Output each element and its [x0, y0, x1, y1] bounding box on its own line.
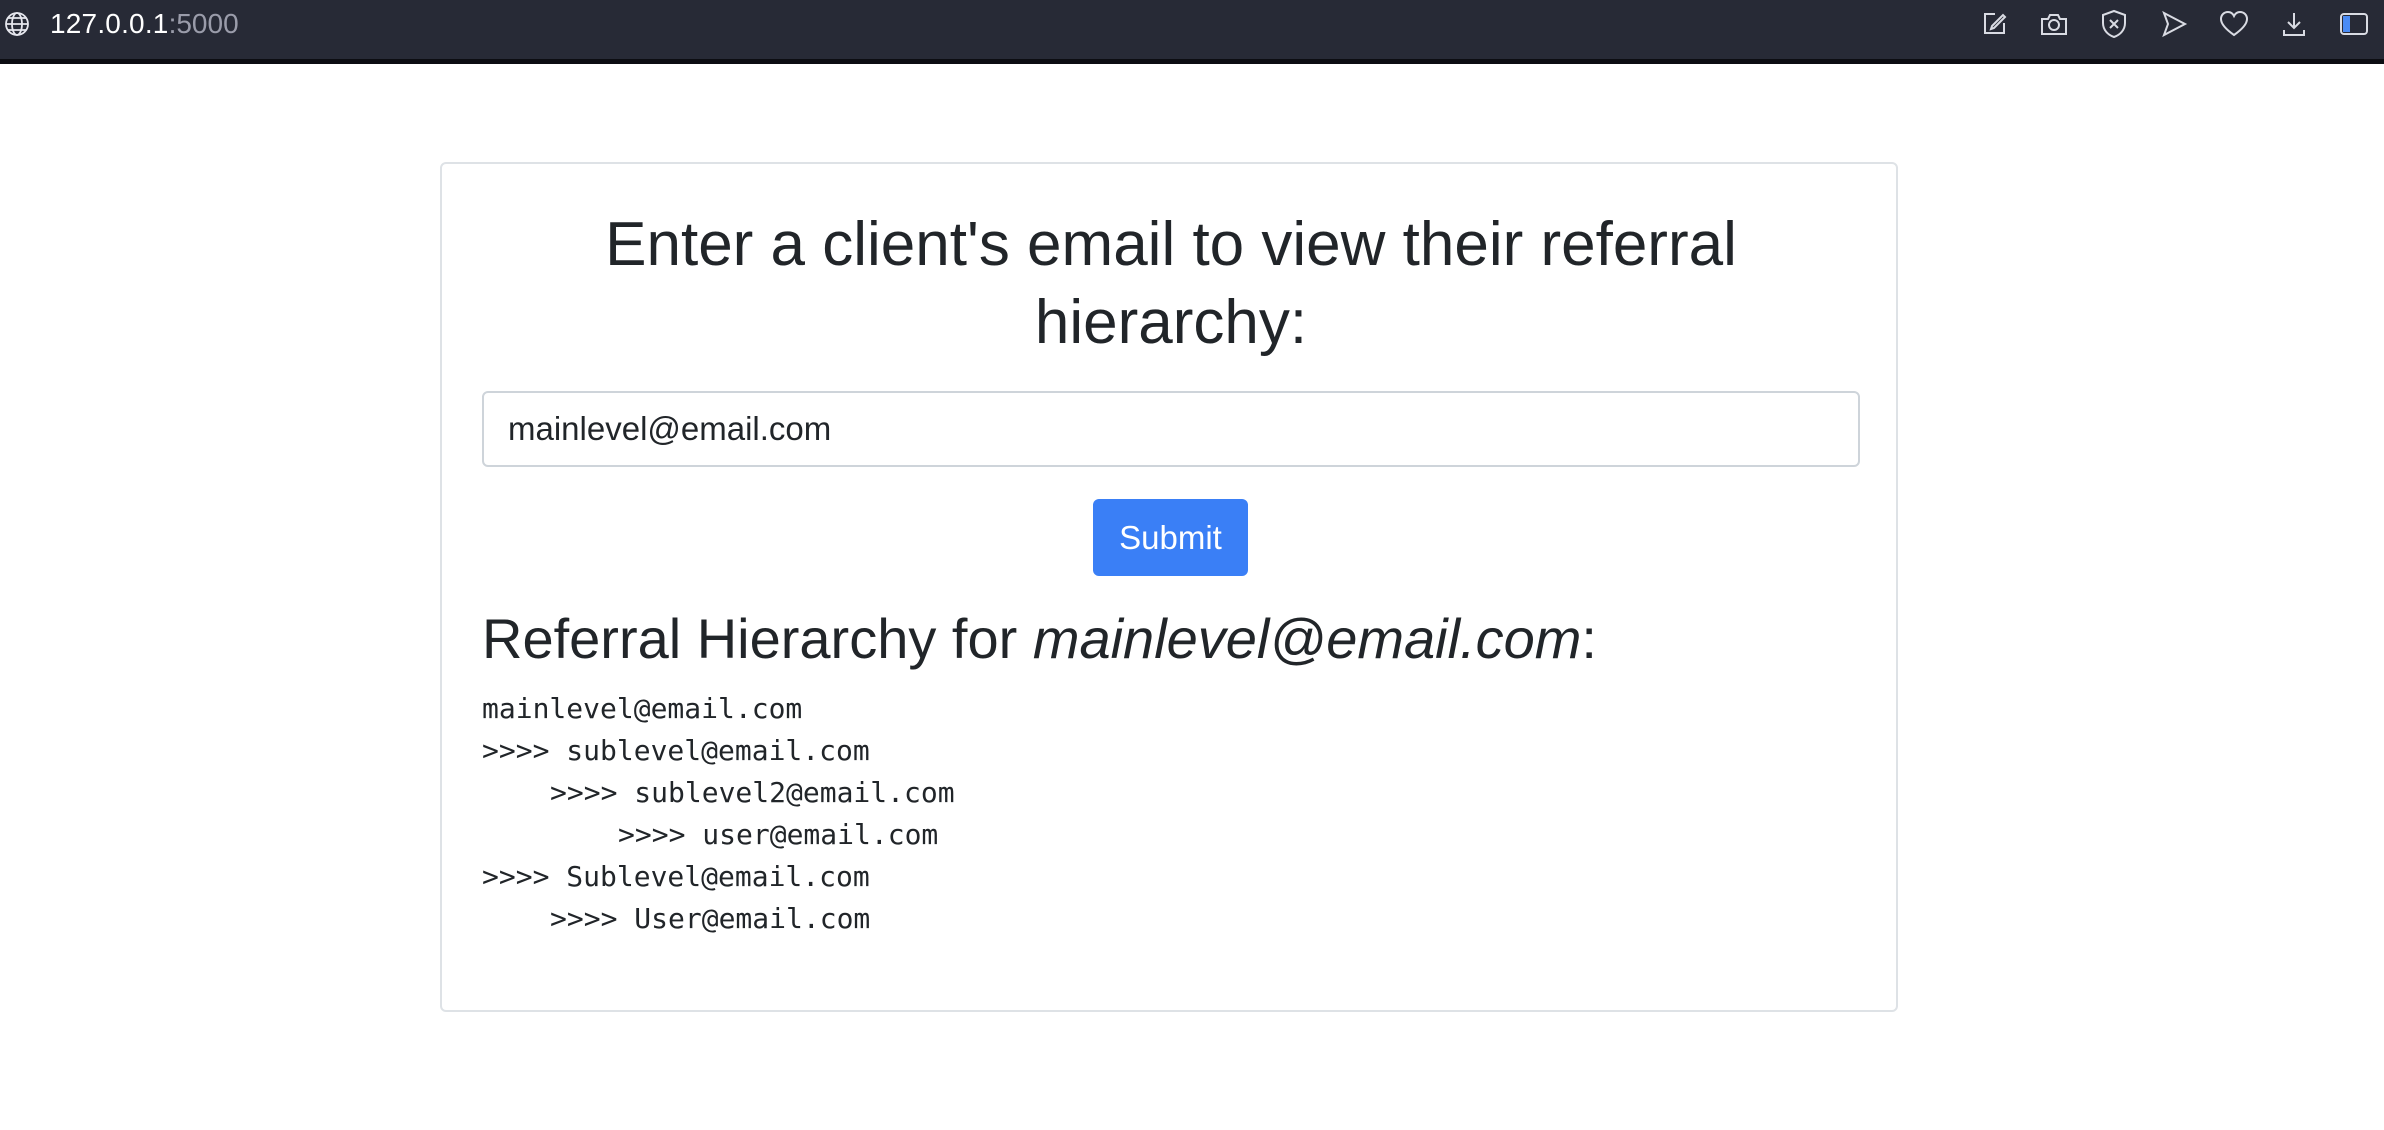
referral-hierarchy: mainlevel@email.com >>>> sublevel@email.…: [482, 688, 955, 940]
address-bar[interactable]: 127.0.0.1 :5000: [0, 0, 239, 48]
hierarchy-line: >>>> sublevel2@email.com: [550, 776, 955, 809]
referral-form-card: Enter a client's email to view their ref…: [440, 162, 1898, 1012]
page-title: Enter a client's email to view their ref…: [605, 210, 1737, 357]
hierarchy-line: >>>> user@email.com: [618, 818, 939, 851]
browser-toolbar: 127.0.0.1 :5000: [0, 0, 2384, 64]
globe-icon: [2, 9, 32, 39]
hierarchy-line: >>>> User@email.com: [550, 902, 871, 935]
hierarchy-line: >>>> sublevel@email.com: [482, 734, 870, 767]
url-host: 127.0.0.1: [50, 8, 169, 39]
result-title-email: mainlevel@email.com: [1032, 607, 1582, 670]
submit-button[interactable]: Submit: [1093, 499, 1248, 576]
email-input[interactable]: [482, 391, 1860, 467]
camera-icon[interactable]: [2038, 8, 2070, 40]
hierarchy-line: mainlevel@email.com: [482, 692, 803, 725]
download-icon[interactable]: [2278, 8, 2310, 40]
shield-icon[interactable]: [2098, 8, 2130, 40]
browser-toolbar-icons: [1978, 8, 2370, 40]
hierarchy-line: >>>> Sublevel@email.com: [482, 860, 870, 893]
result-title: Referral Hierarchy for mainlevel@email.c…: [482, 604, 1860, 674]
heart-icon[interactable]: [2218, 8, 2250, 40]
result-title-suffix: :: [1581, 607, 1597, 670]
result-title-prefix: Referral Hierarchy for: [482, 607, 1033, 670]
send-icon[interactable]: [2158, 8, 2190, 40]
edit-icon[interactable]: [1978, 8, 2010, 40]
sidebar-icon[interactable]: [2338, 8, 2370, 40]
url-port: :5000: [168, 8, 239, 39]
